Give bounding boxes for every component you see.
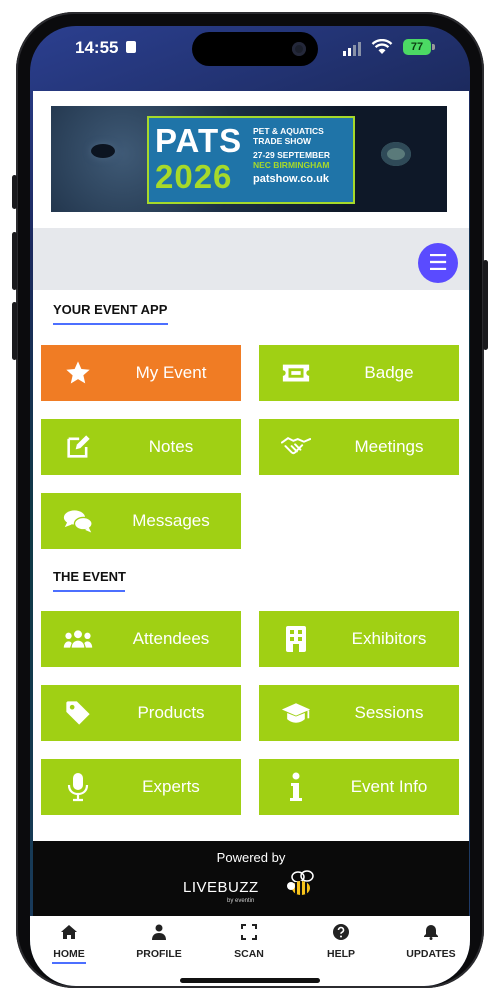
signal-icon	[343, 42, 361, 56]
handshake-icon	[281, 433, 311, 461]
menu-button[interactable]: ☰	[418, 243, 458, 283]
tab-updates[interactable]: UPDATES	[396, 924, 466, 960]
tile-products[interactable]: Products	[41, 685, 241, 741]
phone-screen: 14:55 77 PATS 2026 PET & AQUATICS TRADE …	[30, 26, 470, 986]
volume-down-button	[12, 302, 17, 360]
livebuzz-brand: LIVEBUZZ	[183, 879, 259, 896]
section-title-event-app: YOUR EVENT APP	[53, 302, 168, 317]
tag-icon	[63, 699, 93, 727]
cat-eye-image	[381, 142, 411, 166]
person-icon	[152, 924, 166, 940]
home-icon	[61, 925, 77, 939]
dynamic-island	[192, 32, 318, 66]
tab-profile[interactable]: PROFILE	[124, 924, 194, 960]
livebuzz-logo[interactable]: LIVEBUZZ	[183, 870, 314, 896]
tile-label: Badge	[364, 363, 414, 382]
tile-label: Products	[137, 703, 205, 722]
banner-year: 2026	[155, 158, 233, 195]
tile-notes[interactable]: Notes	[41, 419, 241, 475]
bee-icon	[283, 869, 317, 903]
event-banner[interactable]: PATS 2026 PET & AQUATICS TRADE SHOW 27-2…	[51, 106, 447, 212]
section-title-the-event: THE EVENT	[53, 569, 126, 584]
building-icon	[281, 625, 311, 653]
info-icon	[281, 772, 311, 801]
help-icon	[333, 924, 349, 940]
tile-experts[interactable]: Experts	[41, 759, 241, 815]
tile-label: Event Info	[350, 777, 428, 796]
tile-messages[interactable]: Messages	[41, 493, 241, 549]
edit-note-icon	[63, 433, 93, 461]
scan-icon	[241, 924, 257, 940]
sim-icon	[126, 41, 136, 53]
graduation-cap-icon	[281, 699, 311, 727]
tile-label: Notes	[148, 437, 194, 456]
tile-label: My Event	[135, 363, 207, 382]
power-button	[483, 260, 488, 350]
hamburger-icon: ☰	[428, 250, 448, 275]
people-icon	[63, 625, 93, 653]
tile-label: Messages	[132, 511, 210, 530]
section-underline	[53, 590, 125, 592]
tile-label: Sessions	[354, 703, 424, 722]
powered-by-footer: Powered by LIVEBUZZ by eventin	[33, 841, 469, 916]
banner-title: PATS	[155, 122, 243, 159]
powered-by-text: Powered by	[216, 850, 286, 865]
banner-subtitle-1: PET & AQUATICS	[253, 126, 324, 136]
tile-attendees[interactable]: Attendees	[41, 611, 241, 667]
tab-scan[interactable]: SCAN	[214, 924, 284, 960]
star-icon	[63, 359, 93, 387]
tab-label: HELP	[326, 948, 355, 960]
tab-label: UPDATES	[406, 948, 456, 960]
banner-dates: 27-29 SEPTEMBER	[253, 150, 330, 160]
chat-bubbles-icon	[63, 507, 93, 535]
banner-website: patshow.co.uk	[253, 173, 329, 185]
tile-label: Experts	[142, 777, 200, 796]
battery-icon: 77	[403, 39, 435, 55]
tile-sessions[interactable]: Sessions	[259, 685, 459, 741]
action-button	[12, 175, 17, 209]
tile-label: Meetings	[354, 437, 424, 456]
section-underline	[53, 323, 168, 325]
tile-my-event[interactable]: My Event	[41, 345, 241, 401]
menu-bar	[33, 228, 469, 290]
microphone-icon	[63, 773, 93, 802]
volume-up-button	[12, 232, 17, 290]
status-time: 14:55	[75, 38, 119, 57]
tab-help[interactable]: HELP	[306, 924, 376, 960]
tile-label: Exhibitors	[351, 629, 427, 648]
ticket-icon	[281, 359, 311, 387]
tile-exhibitors[interactable]: Exhibitors	[259, 611, 459, 667]
tab-label: SCAN	[234, 948, 264, 960]
tab-label: HOME	[53, 948, 85, 960]
bottom-tab-bar: HOME PROFILE SCAN HELP UPDATES	[30, 916, 470, 986]
bell-icon	[424, 925, 438, 940]
active-tab-indicator	[52, 962, 86, 964]
tab-home[interactable]: HOME	[34, 924, 104, 964]
pats-logo: PATS 2026 PET & AQUATICS TRADE SHOW 27-2…	[147, 116, 355, 204]
tile-badge[interactable]: Badge	[259, 345, 459, 401]
tile-meetings[interactable]: Meetings	[259, 419, 459, 475]
banner-subtitle-2: TRADE SHOW	[253, 136, 312, 146]
livebuzz-sub-brand: by eventin	[227, 898, 255, 904]
app-content: PATS 2026 PET & AQUATICS TRADE SHOW 27-2…	[33, 91, 469, 916]
home-indicator	[180, 978, 320, 983]
banner-venue: NEC BIRMINGHAM	[253, 160, 330, 170]
tile-label: Attendees	[132, 629, 210, 648]
wifi-icon	[371, 39, 393, 54]
dog-eye-image	[91, 144, 115, 158]
tab-label: PROFILE	[136, 948, 182, 960]
status-bar: 14:55 77	[30, 26, 470, 82]
tile-event-info[interactable]: Event Info	[259, 759, 459, 815]
camera-icon	[292, 42, 306, 56]
